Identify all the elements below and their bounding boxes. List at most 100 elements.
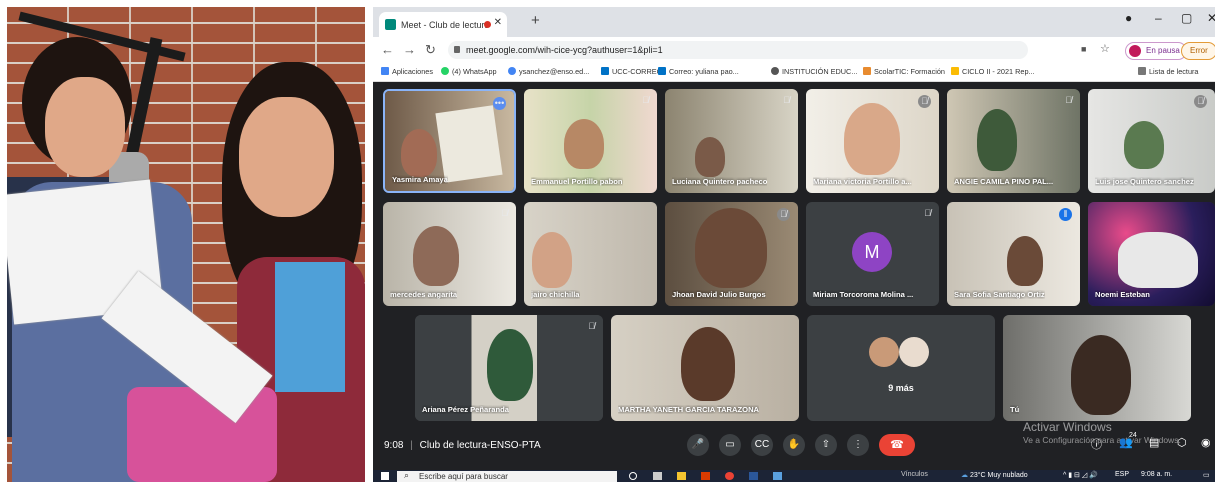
recording-dot-icon [484, 21, 491, 28]
captions-icon[interactable]: CC [751, 434, 773, 456]
profile-dot-icon[interactable]: ● [1125, 11, 1132, 25]
close-tab-icon[interactable]: ✕ [494, 17, 502, 28]
browser-tabbar: Meet - Club de lectura-ENSC ✕ + ● – ▢ ✕ [373, 7, 1215, 37]
participant-tile[interactable]: jairo chichilla [524, 202, 657, 306]
camera-icon[interactable]: ▭ [719, 434, 741, 456]
bookmark-gmail[interactable]: ysanchez@enso.ed... [508, 67, 589, 76]
avatar [869, 337, 899, 367]
bookmark-correo[interactable]: Correo: yuliana pao... [658, 67, 739, 76]
windows-start-icon[interactable] [381, 472, 389, 480]
participant-tile[interactable]: 🎙̸ Luciana Quintero pacheco [665, 89, 798, 193]
bookmark-institucion[interactable]: INSTITUCIÓN EDUC... [771, 67, 857, 76]
meet-screenshot: Meet - Club de lectura-ENSC ✕ + ● – ▢ ✕ … [373, 7, 1215, 482]
left-photo [7, 7, 365, 482]
participant-tile[interactable]: MARTHA YANETH GARCIA TARAZONA [611, 315, 799, 421]
muted-mic-icon: 🎙̸ [783, 95, 790, 105]
participant-tile[interactable]: ⦀ Sara Sofia Santiago Ortiz [947, 202, 1080, 306]
muted-mic-icon: 🎙̸ [642, 95, 649, 105]
more-options-icon[interactable]: ⋮ [847, 434, 869, 456]
self-view-tile[interactable]: Tú [1003, 315, 1191, 421]
participant-tile[interactable]: 🎙̸ Emmanuel Portillo pabon [524, 89, 657, 193]
participant-tile[interactable]: 🎙̸ Jhoan David Julio Burgos [665, 202, 798, 306]
restore-icon[interactable]: ▢ [1181, 11, 1192, 25]
bookmark-apps[interactable]: Aplicaciones [381, 67, 433, 76]
tray-icons[interactable]: ^ ▮ ⊟ ◿ 🔊 [1063, 471, 1098, 479]
word-icon[interactable] [749, 472, 758, 480]
raise-hand-icon[interactable]: ✋ [783, 434, 805, 456]
muted-mic-icon: 🎙̸ [588, 321, 595, 331]
participant-count: 24 [1129, 432, 1137, 439]
muted-mic-icon: 🎙̸ [1065, 95, 1072, 105]
book-rabbit [435, 105, 503, 183]
more-participants-tile[interactable]: 9 más [807, 315, 995, 421]
avatar [899, 337, 929, 367]
url-field[interactable]: meet.google.com/wih-cice-ycg?authuser=1&… [448, 41, 1028, 59]
muted-mic-icon: 🎙̸ [777, 208, 790, 221]
clock[interactable]: 9:08 a. m. [1141, 471, 1172, 478]
meet-favicon [385, 19, 396, 30]
participant-tile[interactable]: Noemi Esteban [1088, 202, 1215, 306]
profile-pause-button[interactable]: En pausa [1125, 42, 1187, 60]
host-controls-icon[interactable]: ◉ [1201, 436, 1211, 449]
muted-mic-icon: 🎙̸ [501, 208, 508, 218]
more-options-icon[interactable]: ••• [493, 97, 506, 110]
participant-tile[interactable]: 🎙̸ ANGIE CAMILA PINO PAL... [947, 89, 1080, 193]
address-bar-row: ← → ↻ meet.google.com/wih-cice-ycg?authu… [373, 37, 1215, 63]
girl-left-face [45, 77, 125, 177]
new-tab-button[interactable]: + [531, 12, 540, 29]
bookmark-scolartic[interactable]: ScolarTIC: Formación [863, 67, 945, 76]
language-indicator[interactable]: ESP [1115, 471, 1129, 478]
muted-mic-icon: 🎙̸ [918, 95, 931, 108]
participant-tile[interactable]: 🎙̸ Mariana victoria Portillo a... [806, 89, 939, 193]
activities-icon[interactable]: ⬡ [1177, 436, 1187, 449]
search-icon: ⌕ [404, 470, 410, 480]
taskbar-search-input[interactable]: ⌕ Escribe aquí para buscar [397, 470, 617, 482]
participant-tile[interactable]: ••• Yasmira Amaya [383, 89, 516, 193]
hedgehog-drawing [1118, 232, 1198, 288]
bookmark-whatsapp[interactable]: (4) WhatsApp [441, 67, 497, 76]
close-window-icon[interactable]: ✕ [1207, 11, 1215, 25]
tab-title: Meet - Club de lectura-ENSC [401, 19, 487, 30]
participant-tile[interactable]: 🎙̸ mercedes angarita [383, 202, 516, 306]
present-screen-icon[interactable]: ⇧ [815, 434, 837, 456]
error-button[interactable]: Error [1181, 42, 1215, 60]
participant-tile[interactable]: 🎙̸ Luis jose Quintero sanchez [1088, 89, 1215, 193]
cortana-icon[interactable] [629, 472, 637, 480]
participant-tile[interactable]: M 🎙̸ Miriam Torcoroma Molina ... [806, 202, 939, 306]
star-icon[interactable]: ☆ [1100, 42, 1110, 55]
chat-icon[interactable]: ▤ [1149, 436, 1159, 449]
office-icon[interactable] [701, 472, 710, 480]
bookmark-lista-lectura[interactable]: Lista de lectura [1138, 67, 1199, 76]
chrome-icon[interactable] [725, 472, 734, 480]
meet-bottom-bar: Activar Windows 9:08 | Club de lectura-E… [373, 420, 1215, 472]
participant-tile[interactable]: 🎙̸ Ariana Pérez Peñaranda [415, 315, 603, 421]
bookmarks-bar: Aplicaciones (4) WhatsApp ysanchez@enso.… [373, 63, 1215, 82]
browser-tab[interactable]: Meet - Club de lectura-ENSC ✕ [379, 12, 507, 37]
meeting-time: 9:08 [384, 440, 404, 451]
info-icon[interactable]: ⓘ [1091, 436, 1102, 452]
microphone-icon[interactable]: 🎤 [687, 434, 709, 456]
pink-bag [127, 387, 277, 482]
camera-icon[interactable]: ■ [1081, 44, 1086, 54]
back-icon[interactable]: ← [381, 42, 394, 57]
lock-icon [454, 46, 460, 53]
reload-icon[interactable]: ↻ [425, 42, 436, 58]
meeting-title: Club de lectura-ENSO-PTA [419, 440, 541, 451]
weather-widget[interactable]: ☁ 23°C Muy nublado [961, 471, 1028, 479]
task-view-icon[interactable] [653, 472, 662, 480]
girl-right-face [239, 97, 334, 217]
bookmark-ciclo[interactable]: CICLO II - 2021 Rep... [951, 67, 1035, 76]
photos-icon[interactable] [773, 472, 782, 480]
file-explorer-icon[interactable] [677, 472, 686, 480]
avatar: M [852, 232, 892, 272]
links-toolbar[interactable]: Vínculos [901, 471, 928, 478]
notifications-icon[interactable]: ▭ [1203, 471, 1210, 479]
forward-icon[interactable]: → [403, 42, 416, 57]
hang-up-button[interactable]: ☎ [879, 434, 915, 456]
bookmark-ucc[interactable]: UCC-CORREO [601, 67, 662, 76]
muted-mic-icon: 🎙̸ [1194, 95, 1207, 108]
windows-taskbar: ⌕ Escribe aquí para buscar Vínculos ☁ 23… [373, 470, 1215, 482]
muted-mic-icon: 🎙̸ [924, 208, 931, 218]
activate-windows-title: Activar Windows [1023, 420, 1112, 434]
minimize-icon[interactable]: – [1155, 11, 1162, 25]
